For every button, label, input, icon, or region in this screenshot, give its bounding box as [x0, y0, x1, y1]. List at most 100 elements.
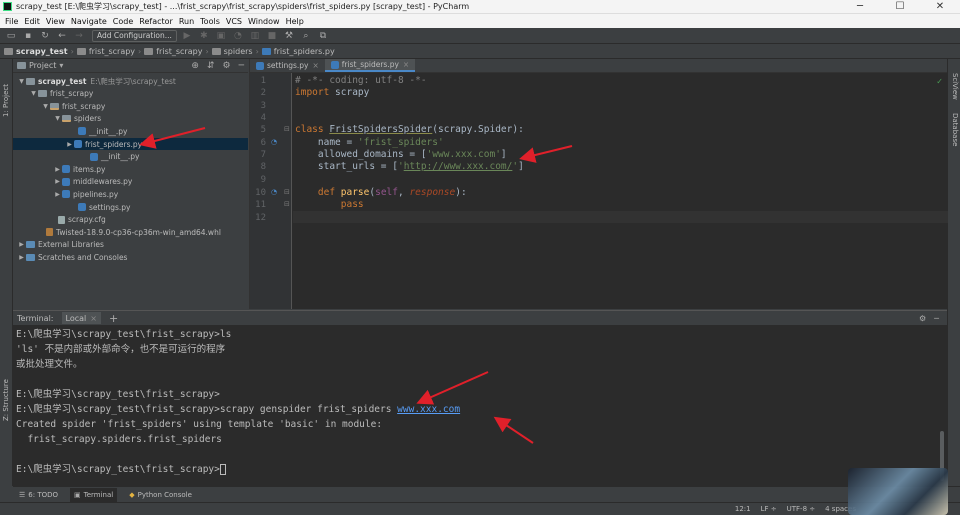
fold-icon[interactable]: ⊟ — [284, 125, 290, 133]
tree-item[interactable]: ▶ pipelines.py — [13, 188, 248, 200]
chevron-icon[interactable]: ▶ — [17, 254, 26, 261]
chevron-icon[interactable]: ▶ — [53, 166, 62, 173]
menu-code[interactable]: Code — [113, 17, 133, 26]
menu-vcs[interactable]: VCS — [226, 17, 242, 26]
tab-terminal[interactable]: ▣ Terminal — [70, 487, 118, 502]
menu-edit[interactable]: Edit — [24, 17, 40, 26]
search-icon[interactable]: ⌕ — [299, 30, 313, 42]
chevron-icon[interactable]: ▼ — [17, 78, 26, 85]
menu-run[interactable]: Run — [179, 17, 194, 26]
stop-icon[interactable]: ■ — [265, 30, 279, 42]
hide-panel-icon[interactable]: ─ — [239, 61, 244, 71]
chevron-icon[interactable]: ▼ — [41, 103, 50, 110]
gear-icon[interactable]: ⚙ — [919, 314, 926, 323]
minimize-button[interactable]: ─ — [840, 1, 880, 12]
chevron-icon[interactable]: ▼ — [53, 115, 62, 122]
breadcrumb-item[interactable]: frist_scrapy — [144, 47, 202, 56]
tab-scview[interactable]: SciView — [951, 73, 959, 100]
terminal-prompt-line[interactable]: E:\爬虫学习\scrapy_test\frist_scrapy> — [16, 462, 226, 477]
forward-icon[interactable]: → — [72, 30, 86, 42]
profile-icon[interactable]: ◔ — [231, 30, 245, 42]
inspection-ok-icon[interactable]: ✓ — [936, 77, 943, 86]
hide-panel-icon[interactable]: ─ — [934, 314, 939, 323]
breadcrumb-item[interactable]: scrapy_test — [4, 47, 68, 56]
project-view-title[interactable]: Project — [29, 61, 56, 70]
menu-file[interactable]: File — [5, 17, 18, 26]
tab-todo[interactable]: ☰ 6: TODO — [19, 491, 58, 499]
override-marker-icon[interactable]: ◔ — [271, 188, 277, 196]
menu-help[interactable]: Help — [286, 17, 304, 26]
scroll-from-source-icon[interactable]: ⊕ — [191, 61, 199, 71]
fold-icon[interactable]: ⊟ — [284, 200, 290, 208]
code-area[interactable]: # -*- coding: utf-8 -*- import scrapy cl… — [293, 73, 948, 309]
menu-window[interactable]: Window — [248, 17, 280, 26]
menu-navigate[interactable]: Navigate — [71, 17, 107, 26]
wrench-icon[interactable]: ⚒ — [282, 30, 296, 42]
fold-icon[interactable]: ⊟ — [284, 188, 290, 196]
chevron-icon[interactable]: ▶ — [53, 178, 62, 185]
tab-frist-spiders-py[interactable]: frist_spiders.py × — [324, 59, 416, 72]
python-icon: ◆ — [129, 490, 135, 499]
chevron-icon[interactable]: ▼ — [29, 90, 38, 97]
close-button[interactable]: ✕ — [920, 1, 960, 12]
run-icon[interactable]: ▶ — [180, 30, 194, 42]
tree-item[interactable]: ▼ frist_scrapy — [13, 88, 248, 100]
tab-database[interactable]: Database — [951, 113, 959, 146]
breadcrumb-item[interactable]: frist_scrapy — [76, 47, 135, 56]
tree-item[interactable]: ▶ External Libraries — [13, 239, 248, 251]
tree-item[interactable]: ▼ scrapy_test E:\爬虫学习\scrapy_test — [13, 75, 248, 87]
menu-view[interactable]: View — [46, 17, 65, 26]
tree-item[interactable]: __init__.py — [13, 125, 248, 137]
python-file-icon — [261, 47, 271, 55]
open-folder-icon[interactable]: ▭ — [4, 30, 18, 42]
file-encoding[interactable]: UTF-8 ÷ — [787, 505, 816, 513]
tree-item[interactable]: ▶ frist_spiders.py — [13, 138, 248, 150]
tree-item[interactable]: settings.py — [13, 201, 248, 213]
close-tab-icon[interactable]: × — [90, 314, 97, 323]
back-icon[interactable]: ← — [55, 30, 69, 42]
debug-icon[interactable]: ✱ — [197, 30, 211, 42]
tree-item[interactable]: ▶ middlewares.py — [13, 176, 248, 188]
tree-item[interactable]: __init__.py — [13, 151, 248, 163]
close-tab-icon[interactable]: × — [403, 60, 409, 69]
tree-item-path: E:\爬虫学习\scrapy_test — [90, 76, 176, 86]
maximize-button[interactable]: ☐ — [880, 1, 920, 12]
code-line: allowed_domains = ['www.xxx.com'] — [295, 149, 507, 160]
chevron-icon[interactable]: ▶ — [53, 191, 62, 198]
terminal-line: 'ls' 不是内部或外部命令，也不是可运行的程序 — [16, 344, 226, 355]
tree-item[interactable]: ▶ Scratches and Consoles — [13, 251, 248, 263]
project-structure-icon[interactable]: ⧉ — [316, 30, 330, 42]
cursor-position[interactable]: 12:1 — [735, 505, 751, 513]
gear-icon[interactable]: ⚙ — [223, 61, 231, 71]
new-terminal-plus-icon[interactable]: + — [109, 312, 118, 325]
tab-terminal-local[interactable]: Local × — [61, 312, 101, 324]
breadcrumb-item[interactable]: frist_spiders.py — [261, 47, 335, 56]
tab-python-console[interactable]: ◆ Python Console — [129, 491, 192, 499]
tab-project-side[interactable]: 1: Project — [2, 84, 10, 117]
sync-icon[interactable]: ↻ — [38, 30, 52, 42]
collapse-all-icon[interactable]: ⇵ — [207, 61, 215, 71]
menu-tools[interactable]: Tools — [200, 17, 220, 26]
breadcrumb-item[interactable]: spiders — [211, 47, 253, 56]
tree-item[interactable]: ▼ frist_scrapy — [13, 100, 248, 112]
menu-refactor[interactable]: Refactor — [139, 17, 173, 26]
override-marker-icon[interactable]: ◔ — [271, 138, 277, 146]
add-configuration-button[interactable]: Add Configuration... — [92, 29, 177, 42]
tab-structure-side[interactable]: Z: Structure — [2, 379, 10, 421]
terminal-link[interactable]: www.xxx.com — [397, 404, 460, 415]
line-separator[interactable]: LF ÷ — [761, 505, 777, 513]
tree-item[interactable]: ▶ items.py — [13, 163, 248, 175]
tree-item[interactable]: scrapy.cfg — [13, 214, 248, 226]
concurrency-icon[interactable]: ▥ — [248, 30, 262, 42]
close-tab-icon[interactable]: × — [313, 61, 319, 70]
chevron-down-icon[interactable]: ▾ — [59, 61, 63, 70]
tree-item[interactable]: Twisted-18.9.0-cp36-cp36m-win_amd64.whl — [13, 226, 248, 238]
coverage-icon[interactable]: ▣ — [214, 30, 228, 42]
tab-settings-py[interactable]: settings.py × — [250, 59, 325, 72]
tree-item[interactable]: ▼ spiders — [13, 113, 248, 125]
save-icon[interactable]: ▪ — [21, 30, 35, 42]
code-line: # -*- coding: utf-8 -*- — [295, 75, 427, 86]
chevron-icon[interactable]: ▶ — [17, 241, 26, 248]
python-file-icon — [256, 61, 264, 70]
chevron-icon[interactable]: ▶ — [65, 141, 74, 148]
